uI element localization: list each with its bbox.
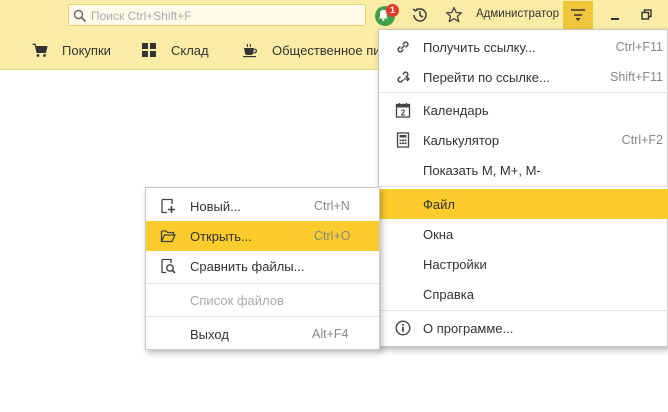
menu-divider bbox=[146, 316, 379, 317]
file-item-open[interactable]: Открыть... Ctrl+O bbox=[146, 221, 379, 251]
minimize-icon[interactable] bbox=[606, 6, 624, 24]
open-folder-icon bbox=[160, 230, 176, 243]
search-box[interactable] bbox=[68, 4, 366, 26]
menu-item-help[interactable]: Справка bbox=[379, 279, 668, 309]
notification-badge: 1 bbox=[386, 4, 399, 17]
cart-icon bbox=[32, 43, 48, 57]
file-item-file-list: Список файлов bbox=[190, 293, 284, 308]
menu-item-get-link[interactable]: Получить ссылку... Ctrl+F11 bbox=[379, 32, 668, 62]
link-go-icon bbox=[397, 71, 410, 83]
menu-item-calendar[interactable]: 2 Календарь bbox=[379, 95, 668, 125]
file-item-exit[interactable]: Выход Alt+F4 bbox=[146, 319, 379, 349]
search-input[interactable] bbox=[89, 7, 363, 25]
shortcut: Ctrl+F11 bbox=[615, 40, 663, 54]
file-submenu: Новый... Ctrl+N Открыть... Ctrl+O Сравни… bbox=[145, 187, 380, 350]
menu-item-about[interactable]: О программе... bbox=[379, 313, 668, 343]
menu-divider bbox=[379, 92, 668, 93]
search-icon bbox=[73, 9, 87, 23]
file-item-new[interactable]: Новый... Ctrl+N bbox=[146, 191, 379, 221]
star-icon[interactable] bbox=[444, 5, 464, 25]
shortcut: Ctrl+O bbox=[314, 229, 351, 243]
main-menu-button[interactable] bbox=[563, 1, 593, 29]
info-icon bbox=[395, 320, 411, 336]
main-menu: Получить ссылку... Ctrl+F11 Перейти по с… bbox=[378, 29, 668, 347]
section-label: Покупки bbox=[62, 43, 111, 58]
menu-item-go-to-link[interactable]: Перейти по ссылке... Shift+F11 bbox=[379, 62, 668, 92]
calculator-icon bbox=[396, 132, 410, 148]
shortcut: Ctrl+N bbox=[314, 199, 350, 213]
shortcut: Alt+F4 bbox=[312, 327, 349, 341]
menu-divider bbox=[146, 283, 379, 284]
menu-divider bbox=[379, 186, 668, 187]
compare-files-icon bbox=[161, 258, 176, 274]
menu-item-file[interactable]: Файл bbox=[379, 189, 668, 219]
section-label: Склад bbox=[171, 43, 209, 58]
link-icon bbox=[397, 41, 409, 53]
history-icon[interactable] bbox=[410, 5, 430, 25]
cup-icon bbox=[243, 43, 257, 58]
grid-icon bbox=[142, 43, 156, 57]
menu-item-calculator[interactable]: Калькулятор Ctrl+F2 bbox=[379, 125, 668, 155]
file-item-compare[interactable]: Сравнить файлы... bbox=[146, 251, 379, 281]
top-bar: 1 Администратор bbox=[0, 0, 668, 30]
calendar-day: 2 bbox=[401, 109, 406, 118]
menu-item-windows[interactable]: Окна bbox=[379, 219, 668, 249]
menu-item-show-memory[interactable]: Показать M, M+, M- bbox=[379, 155, 668, 185]
shortcut: Ctrl+F2 bbox=[621, 133, 663, 147]
restore-icon[interactable] bbox=[638, 6, 656, 24]
notifications-button[interactable]: 1 bbox=[374, 4, 399, 28]
new-file-icon bbox=[161, 198, 175, 214]
calendar-icon: 2 bbox=[395, 103, 411, 118]
menu-divider bbox=[379, 310, 668, 311]
menu-icon bbox=[571, 9, 585, 21]
menu-item-settings[interactable]: Настройки bbox=[379, 249, 668, 279]
shortcut: Shift+F11 bbox=[610, 70, 663, 84]
user-name[interactable]: Администратор bbox=[476, 8, 559, 20]
section-label: Общественное пи bbox=[272, 43, 381, 58]
